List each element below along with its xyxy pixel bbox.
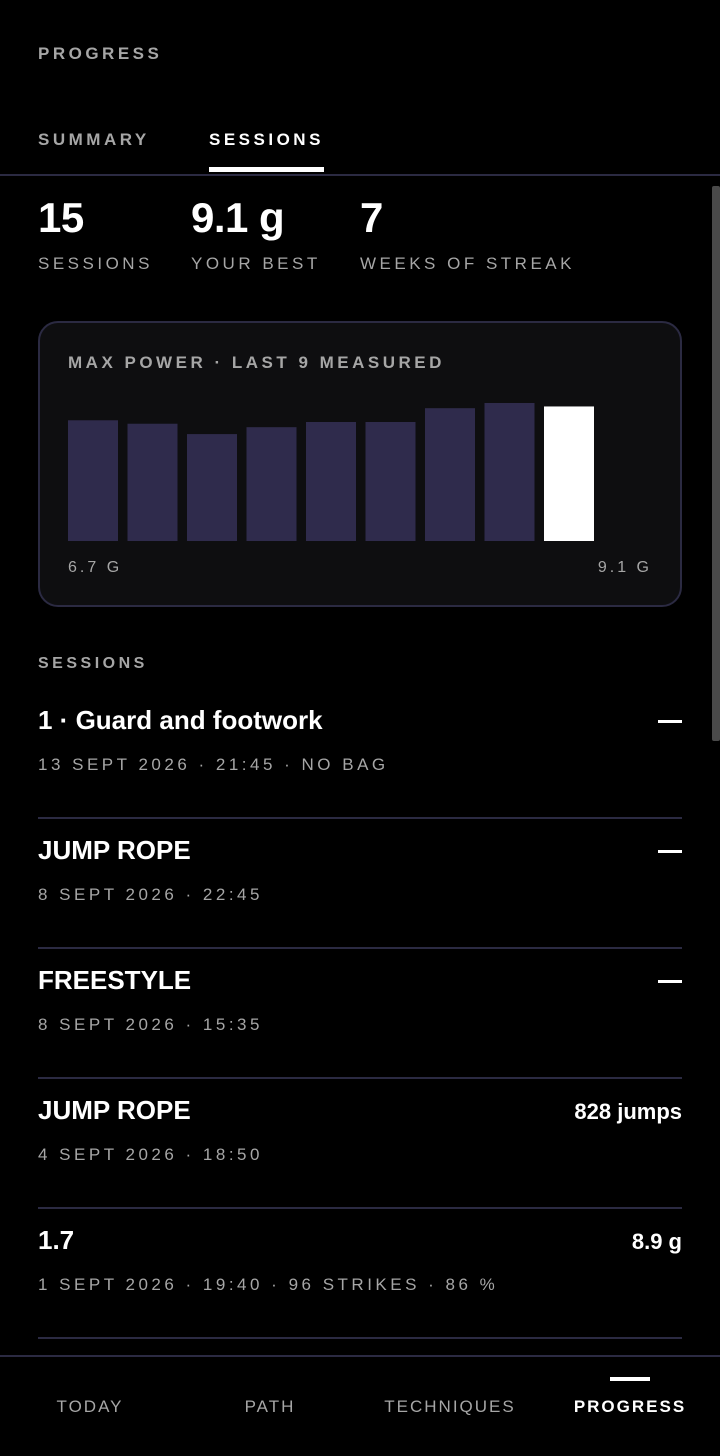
bottom-nav: TODAY PATH TECHNIQUES PROGRESS bbox=[0, 1355, 720, 1456]
tab-summary[interactable]: SUMMARY bbox=[38, 130, 150, 150]
session-item[interactable]: 1.7 1 SEPT 2026 · 19:40 · 96 STRIKES · 8… bbox=[38, 1225, 682, 1355]
sessions-section-label: SESSIONS bbox=[38, 655, 148, 672]
stat-streak: 7 WEEKS OF STREAK bbox=[360, 194, 575, 274]
no-value-dash-icon bbox=[658, 850, 682, 853]
session-meta: 8 SEPT 2026 · 22:45 bbox=[38, 885, 263, 904]
session-item[interactable]: 1 · Guard and footwork 13 SEPT 2026 · 21… bbox=[38, 705, 682, 835]
session-title: 1.7 bbox=[38, 1225, 75, 1255]
nav-techniques[interactable]: TECHNIQUES bbox=[360, 1397, 540, 1417]
session-divider bbox=[38, 817, 682, 819]
nav-today[interactable]: TODAY bbox=[0, 1397, 180, 1417]
stat-label: YOUR BEST bbox=[191, 254, 321, 273]
nav-progress[interactable]: PROGRESS bbox=[540, 1397, 720, 1417]
session-title: FREESTYLE bbox=[38, 965, 192, 995]
session-title: JUMP ROPE bbox=[38, 835, 191, 865]
session-divider bbox=[38, 1337, 682, 1339]
scrollbar[interactable] bbox=[712, 186, 720, 741]
session-divider bbox=[38, 1207, 682, 1209]
chart-bar bbox=[68, 420, 118, 541]
session-title: 1 · Guard and footwork bbox=[38, 705, 323, 735]
session-divider bbox=[38, 1077, 682, 1079]
session-title: JUMP ROPE bbox=[38, 1095, 191, 1125]
chart-bar bbox=[187, 434, 237, 541]
chart-bar bbox=[246, 427, 297, 541]
no-value-dash-icon bbox=[658, 980, 682, 983]
session-value: 8.9 g bbox=[631, 1229, 682, 1254]
stat-value: 15 bbox=[38, 194, 84, 241]
chart-bar bbox=[127, 423, 178, 541]
max-power-chart-card: MAX POWER · LAST 9 MEASURED 6.7 G 9.1 G bbox=[38, 321, 682, 607]
tab-bar: SUMMARY SESSIONS bbox=[0, 0, 720, 176]
session-meta: 13 SEPT 2026 · 21:45 · NO BAG bbox=[38, 755, 389, 774]
stat-best: 9.1 g YOUR BEST bbox=[191, 194, 321, 274]
stat-label: SESSIONS bbox=[38, 254, 153, 273]
active-nav-indicator bbox=[610, 1377, 650, 1381]
tabs-divider bbox=[0, 174, 720, 176]
stat-label: WEEKS OF STREAK bbox=[360, 254, 575, 273]
active-tab-indicator bbox=[209, 167, 324, 172]
session-item[interactable]: FREESTYLE 8 SEPT 2026 · 15:35 bbox=[38, 965, 682, 1095]
stat-value: 9.1 g bbox=[191, 194, 285, 241]
chart-max-label: 9.1 G bbox=[597, 559, 652, 576]
chart-bar bbox=[484, 403, 535, 541]
session-meta: 4 SEPT 2026 · 18:50 bbox=[38, 1145, 263, 1164]
session-item[interactable]: JUMP ROPE 8 SEPT 2026 · 22:45 bbox=[38, 835, 682, 965]
chart-title: MAX POWER · LAST 9 MEASURED bbox=[68, 353, 445, 372]
chart-bar bbox=[425, 408, 475, 541]
stat-sessions: 15 SESSIONS bbox=[38, 194, 153, 274]
session-value: 828 jumps bbox=[574, 1099, 682, 1124]
session-meta: 8 SEPT 2026 · 15:35 bbox=[38, 1015, 263, 1034]
chart-bar bbox=[365, 422, 416, 541]
session-meta: 1 SEPT 2026 · 19:40 · 96 STRIKES · 86 % bbox=[38, 1275, 499, 1294]
session-divider bbox=[38, 947, 682, 949]
stat-value: 7 bbox=[360, 194, 383, 241]
chart-bar bbox=[306, 422, 356, 541]
no-value-dash-icon bbox=[658, 720, 682, 723]
nav-path[interactable]: PATH bbox=[180, 1397, 360, 1417]
chart-bar bbox=[544, 406, 594, 541]
tab-sessions[interactable]: SESSIONS bbox=[209, 130, 324, 150]
chart-min-label: 6.7 G bbox=[68, 559, 123, 576]
session-item[interactable]: JUMP ROPE 4 SEPT 2026 · 18:50 828 jumps bbox=[38, 1095, 682, 1225]
